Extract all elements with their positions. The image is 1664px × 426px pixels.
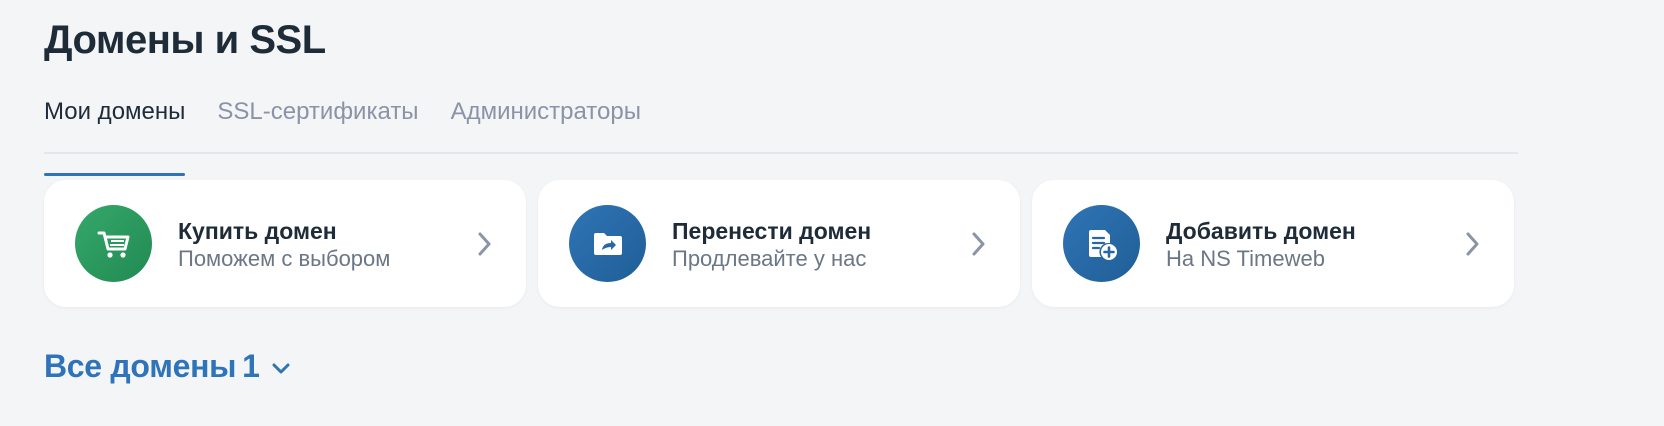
add-domain-text: Добавить домен На NS Timeweb [1166,217,1356,273]
chevron-right-icon [1466,232,1479,256]
add-domain-card[interactable]: Добавить домен На NS Timeweb [1032,180,1514,307]
cart-icon [75,205,152,282]
action-cards: Купить домен Поможем с выбором Перенести… [44,180,1514,307]
chevron-down-icon [272,363,290,374]
transfer-domain-subtitle: Продлевайте у нас [672,246,867,271]
folder-share-icon [569,205,646,282]
buy-domain-subtitle: Поможем с выбором [178,246,391,271]
buy-domain-text: Купить домен Поможем с выбором [178,217,390,273]
all-domains-dropdown[interactable]: Все домены 1 [44,346,292,386]
transfer-domain-text: Перенести домен Продлевайте у нас [672,217,871,273]
tabs-bar: Мои домены SSL-сертификаты Администратор… [44,96,1518,176]
transfer-domain-card[interactable]: Перенести домен Продлевайте у нас [538,180,1020,307]
transfer-domain-title: Перенести домен [672,218,872,244]
buy-domain-title: Купить домен [178,218,337,244]
document-add-icon [1063,205,1140,282]
all-domains-label: Все домены [44,348,237,384]
tab-my-domains[interactable]: Мои домены [44,96,186,176]
add-domain-subtitle: На NS Timeweb [1166,246,1325,271]
tab-administrators[interactable]: Администраторы [451,96,641,152]
tab-ssl-certificates[interactable]: SSL-сертификаты [217,96,418,152]
add-domain-title: Добавить домен [1166,218,1356,244]
all-domains-count: 1 [242,348,260,384]
page-title: Домены и SSL [44,18,326,62]
chevron-right-icon [478,232,491,256]
buy-domain-card[interactable]: Купить домен Поможем с выбором [44,180,526,307]
chevron-right-icon [972,232,985,256]
